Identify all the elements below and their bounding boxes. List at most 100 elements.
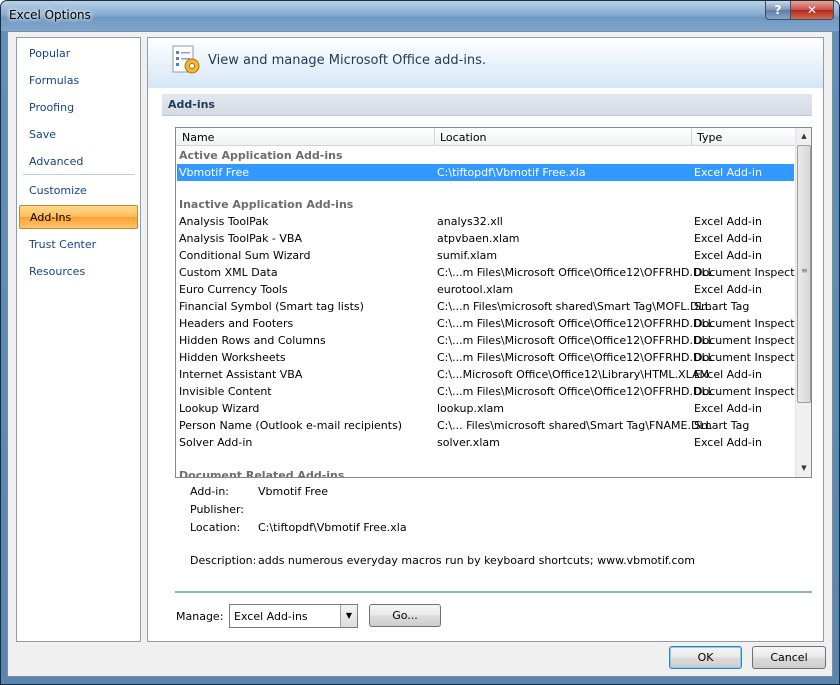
addin-name-cell: Euro Currency Tools	[179, 283, 288, 296]
manage-dropdown-value: Excel Add-ins	[234, 610, 308, 623]
addin-location-cell: eurotool.xlam	[437, 283, 514, 296]
addin-location-cell: C:\...Microsoft Office\Office12\Library\…	[437, 368, 709, 381]
addin-type-cell: Smart Tag	[694, 419, 750, 432]
addin-type-cell: Excel Add-in	[694, 166, 762, 179]
addin-name-cell: Headers and Footers	[179, 317, 294, 330]
addin-type-cell: Excel Add-in	[694, 402, 762, 415]
manage-dropdown[interactable]: Excel Add-ins ▼	[229, 604, 358, 628]
addin-location-cell: C:\...m Files\Microsoft Office\Office12\…	[437, 266, 714, 279]
addin-name-cell: Conditional Sum Wizard	[179, 249, 311, 262]
detail-publisher-label: Publisher:	[190, 503, 245, 516]
manage-label: Manage:	[176, 610, 224, 623]
addin-name-cell: Solver Add-in	[179, 436, 253, 449]
addin-name-cell: Internet Assistant VBA	[179, 368, 303, 381]
addins-list[interactable]: Name Location Type Active Application Ad…	[175, 127, 812, 478]
chevron-down-icon[interactable]: ▼	[340, 605, 357, 627]
help-button[interactable]: ?	[765, 1, 791, 20]
addin-name-cell: Hidden Worksheets	[179, 351, 286, 364]
addin-type-cell: Excel Add-in	[694, 436, 762, 449]
addin-location-cell: C:\tiftopdf\Vbmotif Free.xla	[437, 166, 586, 179]
addins-gear-icon	[172, 45, 200, 74]
options-nav: Popular Formulas Proofing Save Advanced …	[16, 37, 141, 642]
addin-location-cell: atpvbaen.xlam	[437, 232, 520, 245]
addin-name-cell: Vbmotif Free	[179, 166, 250, 179]
list-row[interactable]: Analysis ToolPak analys32.xll Excel Add-in	[177, 213, 794, 230]
nav-item-advanced[interactable]: Advanced	[19, 150, 138, 174]
addin-location-cell: sumif.xlam	[437, 249, 498, 262]
detail-description-value: adds numerous everyday macros run by key…	[258, 554, 695, 567]
divider-line	[175, 591, 812, 593]
list-header: Name Location Type	[176, 128, 795, 146]
detail-addin-value: Vbmotif Free	[258, 485, 329, 498]
nav-item-trust-center[interactable]: Trust Center	[19, 233, 138, 257]
nav-item-save[interactable]: Save	[19, 123, 138, 147]
list-row[interactable]: Analysis ToolPak - VBA atpvbaen.xlam Excel…	[177, 230, 794, 247]
addin-type-cell: Document Inspector	[694, 317, 806, 330]
title-bar[interactable]: Excel Options ? ✕	[1, 1, 839, 31]
addin-type-cell: Excel Add-in	[694, 232, 762, 245]
addin-type-cell: Excel Add-in	[694, 249, 762, 262]
list-row[interactable]: Hidden Rows and Columns C:\...m Files\Mic…	[177, 332, 806, 349]
banner-title: View and manage Microsoft Office add-ins…	[208, 53, 487, 68]
column-header-name[interactable]: Name	[182, 131, 214, 144]
detail-description-label: Description:	[190, 554, 257, 567]
go-button[interactable]: Go...	[369, 604, 441, 627]
addin-type-cell: Document Inspector	[694, 266, 806, 279]
addin-name-cell: Custom XML Data	[179, 266, 278, 279]
column-divider[interactable]	[691, 128, 692, 146]
addin-type-cell: Document Inspector	[694, 351, 806, 364]
grip-icon: ≡	[801, 266, 808, 275]
list-row[interactable]: Person Name (Outlook e-mail recipients) C…	[177, 417, 794, 434]
list-row[interactable]: Financial Symbol (Smart tag lists) C:\...…	[177, 298, 794, 315]
scroll-up-arrow-icon[interactable]: ▲	[796, 128, 811, 144]
addin-location-cell: C:\... Files\microsoft shared\Smart Tag\…	[437, 419, 712, 432]
addin-type-cell: Document Inspector	[694, 385, 806, 398]
list-row[interactable]: Internet Assistant VBA C:\...Microsoft Of…	[177, 366, 794, 383]
dialog-client-area: Popular Formulas Proofing Save Advanced …	[7, 31, 833, 677]
column-header-type[interactable]: Type	[697, 131, 722, 144]
close-button[interactable]: ✕	[790, 1, 834, 20]
list-scrollbar[interactable]: ▲ ≡ ▼	[795, 128, 811, 477]
list-row[interactable]: Vbmotif Free C:\tiftopdf\Vbmotif Free.xla…	[177, 164, 794, 181]
group-header-document: Document Related Add-ins	[179, 469, 345, 478]
addin-type-cell: Excel Add-in	[694, 215, 762, 228]
nav-item-proofing[interactable]: Proofing	[19, 96, 138, 120]
section-header: Add-ins	[162, 94, 812, 116]
list-row[interactable]: Invisible Content C:\...m Files\Microsoft…	[177, 383, 806, 400]
nav-item-resources[interactable]: Resources	[19, 260, 138, 284]
addin-name-cell: Financial Symbol (Smart tag lists)	[179, 300, 364, 313]
addin-type-cell: Excel Add-in	[694, 368, 762, 381]
list-row[interactable]: Custom XML Data C:\...m Files\Microsoft O…	[177, 264, 806, 281]
addin-location-cell: lookup.xlam	[437, 402, 505, 415]
scroll-thumb[interactable]: ≡	[797, 145, 811, 403]
list-row[interactable]: Headers and Footers C:\...m Files\Microso…	[177, 315, 806, 332]
addin-name-cell: Invisible Content	[179, 385, 272, 398]
nav-separator	[23, 174, 135, 175]
column-divider[interactable]	[434, 128, 435, 146]
list-row[interactable]: Euro Currency Tools eurotool.xlam Excel Ad…	[177, 281, 794, 298]
nav-item-formulas[interactable]: Formulas	[19, 69, 138, 93]
addin-location-cell: C:\...m Files\Microsoft Office\Office12\…	[437, 334, 714, 347]
list-row[interactable]: Conditional Sum Wizard sumif.xlam Excel Ad…	[177, 247, 794, 264]
addin-name-cell: Person Name (Outlook e-mail recipients)	[179, 419, 403, 432]
panel-banner: View and manage Microsoft Office add-ins…	[148, 38, 823, 88]
column-header-location[interactable]: Location	[440, 131, 487, 144]
addin-location-cell: C:\...m Files\Microsoft Office\Office12\…	[437, 317, 714, 330]
detail-addin-label: Add-in:	[190, 485, 229, 498]
list-row[interactable]: Solver Add-in solver.xlam Excel Add-in	[177, 434, 794, 451]
addin-location-cell: solver.xlam	[437, 436, 500, 449]
group-header-active: Active Application Add-ins	[179, 149, 343, 162]
list-row[interactable]: Hidden Worksheets C:\...m Files\Microsoft…	[177, 349, 806, 366]
addin-name-cell: Lookup Wizard	[179, 402, 260, 415]
list-row[interactable]: Lookup Wizard lookup.xlam Excel Add-in	[177, 400, 794, 417]
nav-item-customize[interactable]: Customize	[19, 179, 138, 203]
addin-location-cell: C:\...m Files\Microsoft Office\Office12\…	[437, 385, 714, 398]
addin-name-cell: Analysis ToolPak	[179, 215, 269, 228]
nav-item-popular[interactable]: Popular	[19, 42, 138, 66]
addins-panel: View and manage Microsoft Office add-ins…	[147, 37, 824, 642]
scroll-down-arrow-icon[interactable]: ▼	[796, 460, 811, 476]
ok-button[interactable]: OK	[669, 646, 742, 669]
cancel-button[interactable]: Cancel	[752, 646, 826, 669]
detail-location-label: Location:	[190, 521, 241, 534]
nav-item-add-ins[interactable]: Add-Ins	[19, 205, 138, 229]
